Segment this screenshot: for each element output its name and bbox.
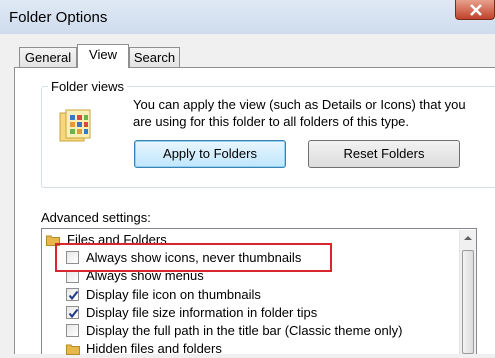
highlight-box	[55, 243, 332, 272]
reset-folders-button[interactable]: Reset Folders	[308, 140, 460, 168]
tab-general[interactable]: General	[19, 47, 77, 67]
list-item-label[interactable]: Display file size information in folder …	[86, 304, 317, 322]
list-item-label[interactable]: Display file icon on thumbnails	[86, 286, 261, 304]
vertical-scrollbar[interactable]	[459, 230, 476, 354]
checkbox-display-file-icon[interactable]	[66, 288, 79, 301]
folder-views-description: You can apply the view (such as Details …	[133, 97, 466, 129]
title-bar: Folder Options	[0, 0, 495, 34]
advanced-settings-label: Advanced settings:	[41, 210, 151, 225]
apply-to-folders-button[interactable]: Apply to Folders	[134, 140, 286, 168]
checkmark-icon	[68, 290, 79, 301]
window-title: Folder Options	[9, 9, 108, 26]
list-item-hidden-files: Hidden files and folders	[86, 341, 222, 356]
checkbox-display-file-size[interactable]	[66, 306, 79, 319]
checkbox-display-full-path[interactable]	[66, 324, 79, 337]
folder-views-icon	[59, 109, 91, 142]
scrollbar-thumb[interactable]	[462, 250, 474, 354]
close-icon	[470, 4, 482, 16]
close-button[interactable]	[455, 0, 495, 20]
checkmark-icon	[68, 308, 79, 319]
folder-icon	[66, 344, 80, 355]
tab-view[interactable]: View	[77, 44, 129, 68]
scroll-up-arrow-icon[interactable]	[460, 230, 476, 246]
folder-views-label: Folder views	[48, 79, 127, 94]
tab-search[interactable]: Search	[129, 47, 180, 67]
list-item-label[interactable]: Display the full path in the title bar (…	[86, 322, 402, 340]
